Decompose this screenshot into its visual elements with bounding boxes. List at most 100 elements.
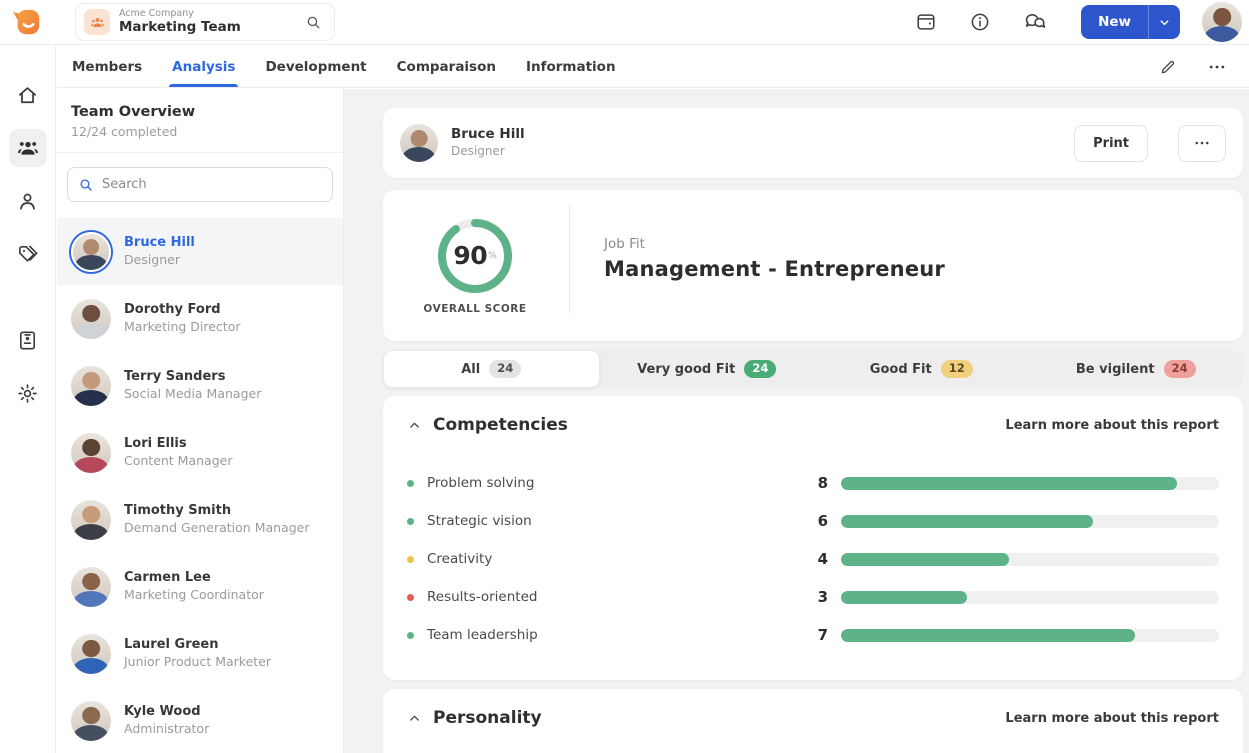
member-row-dorothy-ford[interactable]: Dorothy Ford Marketing Director — [57, 285, 343, 352]
filter-count-badge: 24 — [744, 360, 776, 378]
personality-learn-more-link[interactable]: Learn more about this report — [1005, 711, 1219, 726]
competency-value: 4 — [800, 550, 828, 568]
score-ring: 90% — [436, 217, 514, 295]
competency-value: 3 — [800, 588, 828, 606]
competency-row: Strategic vision 6 — [407, 502, 1219, 540]
rail-home-button[interactable] — [9, 76, 47, 114]
competency-label: Problem solving — [427, 475, 800, 491]
member-search[interactable] — [67, 167, 333, 202]
filter-very-good-fit[interactable]: Very good Fit 24 — [600, 350, 815, 388]
team-members-icon — [16, 136, 40, 160]
personality-title: Personality — [433, 708, 542, 728]
member-row-timothy-smith[interactable]: Timothy Smith Demand Generation Manager — [57, 486, 343, 553]
app-logo-icon — [12, 7, 42, 37]
competency-value: 8 — [800, 474, 828, 492]
new-split-button: New — [1081, 5, 1180, 39]
new-dropdown-button[interactable] — [1148, 5, 1180, 39]
member-row-terry-sanders[interactable]: Terry Sanders Social Media Manager — [57, 352, 343, 419]
competency-bar — [841, 629, 1219, 642]
overall-score-card: 90% OVERALL SCORE Job Fit Management - E… — [383, 190, 1243, 341]
collapse-competencies-button[interactable] — [407, 418, 422, 433]
status-dot — [407, 518, 414, 525]
member-name: Kyle Wood — [124, 703, 209, 721]
chevron-down-icon — [1158, 16, 1171, 29]
chevron-up-icon — [407, 711, 422, 726]
member-name: Terry Sanders — [124, 368, 261, 386]
competency-label: Results-oriented — [427, 589, 800, 605]
member-avatar — [71, 366, 111, 406]
filter-label: All — [461, 362, 480, 377]
member-name: Lori Ellis — [124, 435, 232, 453]
home-icon — [16, 84, 39, 107]
filter-all[interactable]: All 24 — [383, 350, 600, 388]
user-avatar[interactable] — [1202, 2, 1242, 42]
rail-badge-button[interactable] — [9, 321, 47, 359]
competencies-title: Competencies — [433, 415, 568, 435]
tab-analysis[interactable]: Analysis — [172, 46, 235, 87]
pencil-icon — [1159, 58, 1177, 76]
report-person-role: Designer — [451, 144, 525, 160]
competency-label: Team leadership — [427, 627, 800, 643]
percent-sign: % — [488, 251, 497, 261]
member-search-input[interactable] — [102, 177, 322, 192]
tabbar-more-button[interactable] — [1207, 57, 1227, 77]
collapse-personality-button[interactable] — [407, 711, 422, 726]
wallet-button[interactable] — [915, 11, 937, 33]
member-name: Timothy Smith — [124, 502, 309, 520]
rail-tags-button[interactable] — [9, 235, 47, 273]
filter-be-vigilent[interactable]: Be vigilent 24 — [1029, 350, 1244, 388]
id-card-icon — [16, 329, 39, 352]
icon-rail — [0, 46, 56, 753]
chat-button[interactable] — [1023, 10, 1047, 34]
new-button[interactable]: New — [1081, 5, 1148, 39]
tab-comparaison[interactable]: Comparaison — [397, 46, 496, 87]
status-dot — [407, 480, 414, 487]
member-avatar — [71, 299, 111, 339]
print-button[interactable]: Print — [1074, 125, 1148, 162]
member-avatar — [71, 232, 111, 272]
member-avatar — [71, 500, 111, 540]
rail-team-button[interactable] — [9, 129, 47, 167]
competency-bar — [841, 477, 1219, 490]
status-dot — [407, 556, 414, 563]
team-search-icon[interactable] — [305, 14, 322, 31]
member-role: Administrator — [124, 721, 209, 738]
edit-button[interactable] — [1159, 58, 1177, 76]
member-row-bruce-hill[interactable]: Bruce Hill Designer — [57, 218, 343, 285]
member-name: Dorothy Ford — [124, 301, 241, 319]
app-window: Acme Company Marketing Team — [0, 0, 1249, 753]
team-switcher[interactable]: Acme Company Marketing Team — [75, 3, 335, 41]
rail-settings-button[interactable] — [9, 374, 47, 412]
gear-icon — [16, 382, 39, 405]
team-icon — [84, 9, 110, 35]
member-name: Laurel Green — [124, 636, 271, 654]
competencies-section: Competencies Learn more about this repor… — [383, 396, 1243, 680]
member-row-lori-ellis[interactable]: Lori Ellis Content Manager — [57, 419, 343, 486]
filter-label: Good Fit — [870, 362, 932, 377]
competency-label: Creativity — [427, 551, 800, 567]
tab-members[interactable]: Members — [72, 46, 142, 87]
member-avatar — [71, 634, 111, 674]
member-role: Content Manager — [124, 453, 232, 470]
competency-row: Results-oriented 3 — [407, 578, 1219, 616]
team-name: Marketing Team — [119, 20, 241, 36]
filter-count-badge: 24 — [489, 360, 521, 378]
topbar-actions: New — [915, 2, 1249, 42]
filter-count-badge: 24 — [1164, 360, 1196, 378]
search-icon — [78, 177, 94, 193]
job-fit-label: Job Fit — [604, 236, 945, 252]
tab-information[interactable]: Information — [526, 46, 616, 87]
filter-good-fit[interactable]: Good Fit 12 — [814, 350, 1029, 388]
info-button[interactable] — [969, 11, 991, 33]
competencies-learn-more-link[interactable]: Learn more about this report — [1005, 418, 1219, 433]
tab-development[interactable]: Development — [265, 46, 366, 87]
rail-person-button[interactable] — [9, 182, 47, 220]
competencies-chart: Problem solving 8 Strategic vision 6 Cre… — [407, 464, 1219, 654]
report-more-button[interactable] — [1178, 125, 1226, 162]
team-overview-header: Team Overview 12/24 completed — [57, 89, 343, 153]
member-row-carmen-lee[interactable]: Carmen Lee Marketing Coordinator — [57, 553, 343, 620]
member-role: Designer — [124, 252, 195, 269]
member-row-laurel-green[interactable]: Laurel Green Junior Product Marketer — [57, 620, 343, 687]
member-row-kyle-wood[interactable]: Kyle Wood Administrator — [57, 687, 343, 753]
report-person-avatar — [400, 124, 438, 162]
